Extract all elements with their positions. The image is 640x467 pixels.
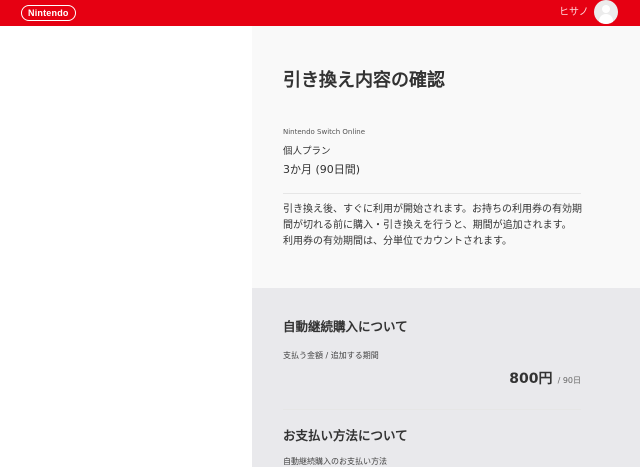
description-paragraph: 引き換え後、すぐに利用が開始されます。お持ちの利用券の有効期間が切れる前に購入・… — [283, 204, 582, 231]
price-period: / 90日 — [557, 376, 581, 385]
plan-duration: 3か月 (90日間) — [283, 163, 361, 176]
avatar-head-shape — [602, 5, 610, 13]
description-paragraph: 利用券の有効期間は、分単位でカウントされます。 — [283, 236, 512, 247]
confirmation-panel: 引き換え内容の確認 Nintendo Switch Online 個人プラン 3… — [252, 26, 640, 467]
redemption-summary: 引き換え内容の確認 Nintendo Switch Online 個人プラン 3… — [252, 26, 640, 288]
page-title: 引き換え内容の確認 — [283, 70, 445, 91]
payment-method-label: 自動継続購入のお支払い方法 — [283, 457, 387, 466]
payment-method-title: お支払い方法について — [283, 428, 408, 443]
username-label[interactable]: ヒサノ — [559, 6, 589, 20]
divider — [283, 409, 581, 410]
price-amount: 800円 — [509, 371, 553, 387]
divider — [283, 193, 581, 194]
service-name: Nintendo Switch Online — [283, 128, 366, 136]
price-display: 800円 / 90日 — [509, 368, 581, 388]
auto-renewal-title: 自動継続購入について — [283, 319, 408, 334]
user-avatar-icon[interactable] — [594, 0, 618, 24]
auto-renewal-section: 自動継続購入について 支払う金額 / 追加する期間 800円 / 90日 お支払… — [252, 288, 640, 467]
top-nav-bar: Nintendo ヒサノ — [0, 0, 640, 26]
amount-period-label: 支払う金額 / 追加する期間 — [283, 351, 379, 360]
nintendo-logo[interactable]: Nintendo — [21, 5, 76, 21]
redemption-description: 引き換え後、すぐに利用が開始されます。お持ちの利用券の有効期間が切れる前に購入・… — [283, 202, 583, 250]
avatar-body-shape — [599, 14, 613, 24]
plan-type: 個人プラン — [283, 146, 331, 157]
